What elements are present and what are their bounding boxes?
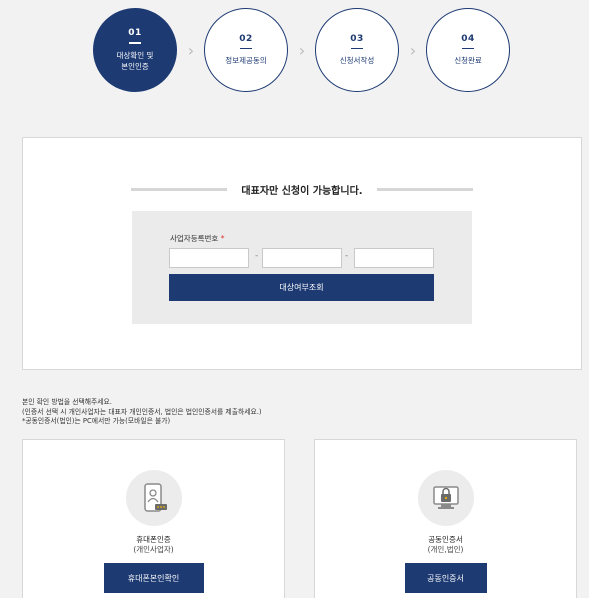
step-divider <box>351 47 363 50</box>
chevron-right-icon: › <box>187 40 195 60</box>
lock-certificate-icon <box>417 470 474 526</box>
mobile-auth-card: 휴대폰인증 (개인사업자) 휴대폰본인확인 <box>22 439 285 598</box>
chevron-right-icon: › <box>298 40 306 60</box>
label-text: 사업자등록번호 <box>170 234 219 243</box>
auth-method-guide: 본인 확인 방법을 선택해주세요. (인증서 선택 시 개인사업자는 대표자 개… <box>22 398 582 427</box>
chevron-right-icon: › <box>409 40 417 60</box>
separator: - <box>255 251 259 261</box>
divider <box>131 188 228 191</box>
step-number: 03 <box>350 33 364 44</box>
step-1: 01 대상확인 및 본인인증 <box>93 8 177 92</box>
eligibility-check-button[interactable]: 대상여부조회 <box>169 274 434 301</box>
step-number: 04 <box>461 33 475 44</box>
certificate-auth-card: 공동인증서 (개인,법인) 공동인증서 <box>314 439 577 598</box>
step-divider <box>462 47 474 50</box>
guide-line: *공동인증서(법인)는 PC에서만 가능(모바일은 불가) <box>22 417 171 425</box>
card-subtitle: (개인,법인) <box>427 545 464 554</box>
step-label: 신청서작성 <box>339 56 375 66</box>
business-check-box: 대표자만 신청이 가능합니다. 사업자등록번호 * - - 대상여부조회 <box>22 137 582 370</box>
step-number: 01 <box>128 28 142 39</box>
guide-line: (인증서 선택 시 개인사업자는 대표자 개인인증서, 법인은 법인인증서를 제… <box>22 407 262 416</box>
step-number: 02 <box>239 33 253 44</box>
required-mark: * <box>220 234 225 243</box>
separator: - <box>345 251 349 261</box>
notice-heading: 대표자만 신청이 가능합니다. <box>131 182 474 197</box>
mobile-auth-button[interactable]: 휴대폰본인확인 <box>103 563 204 593</box>
guide-line: 본인 확인 방법을 선택해주세요. <box>22 398 112 406</box>
step-2: 02 정보제공동의 <box>204 8 288 92</box>
step-4: 04 신청완료 <box>426 8 510 92</box>
step-indicator: 01 대상확인 및 본인인증 › 02 정보제공동의 › 03 신청서작성 › … <box>93 8 513 94</box>
step-label: 정보제공동의 <box>225 56 267 66</box>
notice-text: 대표자만 신청이 가능합니다. <box>241 186 363 197</box>
divider <box>376 188 474 191</box>
smartphone-id-icon <box>125 470 182 526</box>
step-label: 신청완료 <box>454 56 482 66</box>
business-number-form: 사업자등록번호 * - - 대상여부조회 <box>132 211 472 324</box>
business-number-field-1[interactable] <box>169 248 249 268</box>
business-number-field-2[interactable] <box>262 248 342 268</box>
step-3: 03 신청서작성 <box>315 8 399 92</box>
step-divider <box>240 47 252 50</box>
card-subtitle: (개인사업자) <box>133 545 174 554</box>
certificate-auth-button[interactable]: 공동인증서 <box>404 563 487 593</box>
step-divider <box>129 42 141 44</box>
step-label: 대상확인 및 본인인증 <box>116 50 154 71</box>
business-number-label: 사업자등록번호 * <box>170 233 224 244</box>
business-number-field-3[interactable] <box>354 248 434 268</box>
